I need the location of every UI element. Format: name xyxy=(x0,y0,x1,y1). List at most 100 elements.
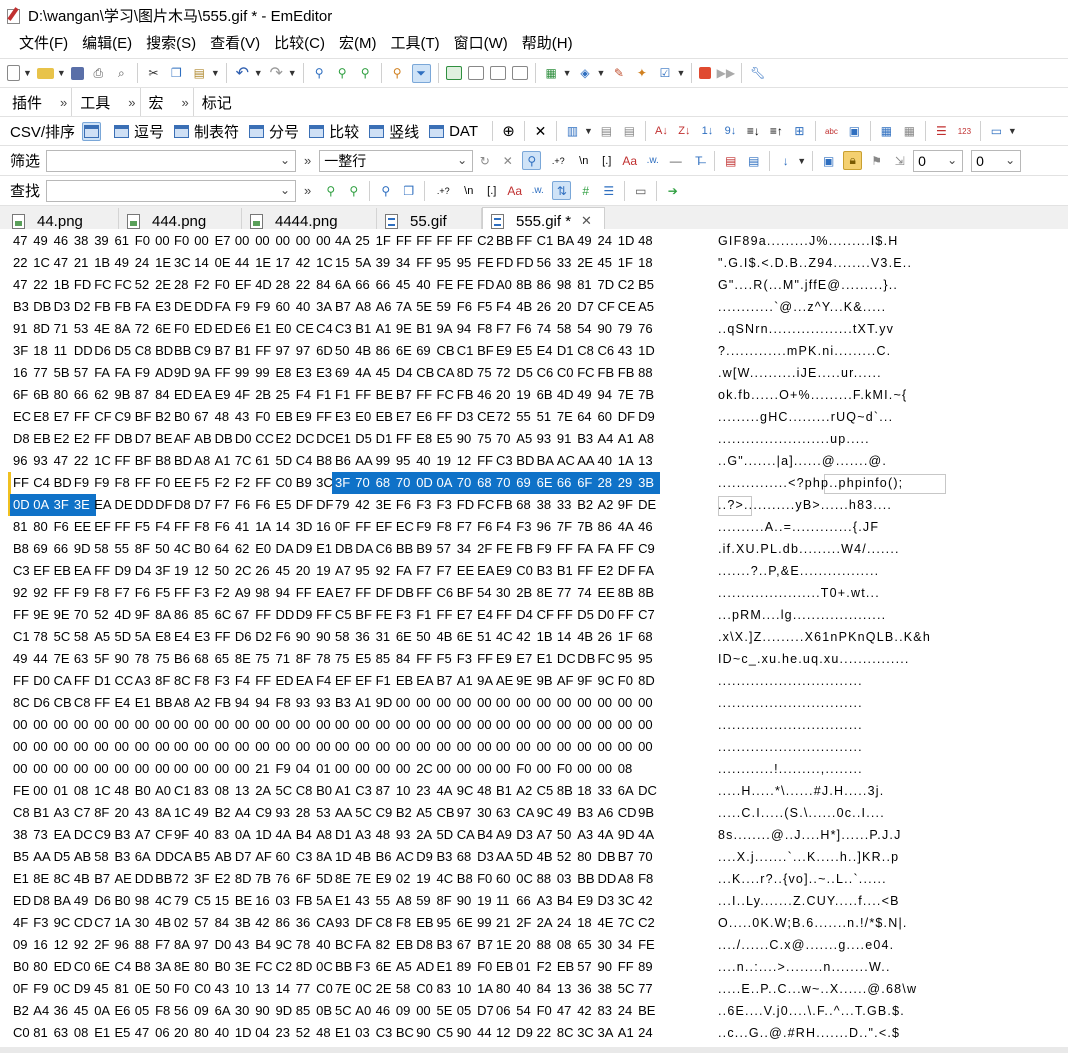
hex-byte[interactable]: 17 xyxy=(276,252,298,274)
hex-byte[interactable]: 42 xyxy=(577,1000,599,1022)
hex-byte[interactable]: 46 xyxy=(638,516,660,538)
hex-byte[interactable]: AE xyxy=(115,868,137,890)
hex-byte[interactable]: DD xyxy=(598,868,620,890)
hex-byte[interactable]: 80 xyxy=(496,978,518,1000)
hex-byte[interactable]: 6E xyxy=(457,626,479,648)
hex-byte[interactable]: 0C xyxy=(355,978,377,1000)
hex-byte[interactable]: 7E xyxy=(557,406,579,428)
hex-byte[interactable]: 33 xyxy=(598,780,620,802)
hex-byte[interactable]: FF xyxy=(416,582,438,604)
hex-byte[interactable]: B9 xyxy=(296,472,318,494)
hex-byte[interactable]: F6 xyxy=(516,318,538,340)
hex-byte[interactable]: BF xyxy=(457,582,479,604)
hex-byte[interactable]: 4E xyxy=(94,318,116,340)
hex-row[interactable]: C1 78 5C 58 A5 5D 5A E8 E4 E3 FF D6 D2 F6 90 90 58 36 31 6E… xyxy=(0,626,1050,648)
hex-byte[interactable]: E1 xyxy=(13,868,35,890)
hex-byte[interactable]: CB xyxy=(54,692,76,714)
hex-byte[interactable]: 3D xyxy=(296,516,318,538)
hex-byte[interactable]: 2A xyxy=(416,824,438,846)
hex-byte[interactable]: FF xyxy=(13,604,35,626)
hex-byte[interactable]: E1 xyxy=(94,1022,116,1044)
hex-byte[interactable]: B4 xyxy=(557,890,579,912)
hex-byte[interactable]: AC xyxy=(396,846,418,868)
hex-byte[interactable]: 36 xyxy=(355,626,377,648)
sort-az-icon[interactable]: A↓ xyxy=(653,123,670,140)
hex-byte[interactable]: 56 xyxy=(174,1000,196,1022)
hex-byte[interactable]: F5 xyxy=(437,648,459,670)
hex-byte[interactable]: 9E xyxy=(33,604,55,626)
chevron-down-icon[interactable]: ⌄ xyxy=(280,153,290,167)
hex-byte[interactable]: 45 xyxy=(94,978,116,1000)
hex-byte[interactable]: D7 xyxy=(135,428,157,450)
hex-byte[interactable]: D4 xyxy=(135,560,157,582)
hex-byte[interactable]: 00 xyxy=(598,736,620,758)
hex-byte[interactable]: 43 xyxy=(135,802,157,824)
hex-byte[interactable]: 19 xyxy=(416,868,438,890)
hex-byte[interactable]: EF xyxy=(376,516,398,538)
hex-byte[interactable]: 25 xyxy=(276,384,298,406)
hex-byte[interactable]: E3 xyxy=(296,362,318,384)
hex-byte[interactable]: 59 xyxy=(437,296,459,318)
hex-byte[interactable]: C3 xyxy=(296,846,318,868)
bullet-list-icon[interactable]: ☰ xyxy=(933,123,950,140)
hex-byte[interactable]: 75 xyxy=(335,648,357,670)
hex-byte[interactable]: 43 xyxy=(355,890,377,912)
hex-byte[interactable]: F0 xyxy=(537,1000,559,1022)
hex-byte[interactable]: 5C xyxy=(355,802,377,824)
hex-row[interactable]: D8 EB E2 E2 FF DB D7 BE AF AB DB D0 CC E2 DC DC E1 D5 D1 FF… xyxy=(0,428,1050,450)
hex-byte[interactable]: FF xyxy=(557,604,579,626)
hex-byte[interactable]: 12 xyxy=(457,450,479,472)
hex-byte[interactable]: F3 xyxy=(516,516,538,538)
hex-byte[interactable]: FE xyxy=(638,934,660,956)
hex-byte[interactable]: E6 xyxy=(235,318,257,340)
find-next-icon[interactable]: ⚲ xyxy=(322,182,339,199)
hex-byte[interactable]: FB xyxy=(516,538,538,560)
hex-byte[interactable]: F6 xyxy=(276,626,298,648)
hex-byte[interactable]: 4A xyxy=(276,824,298,846)
hex-byte[interactable]: F4 xyxy=(235,670,257,692)
hex-byte[interactable]: BE xyxy=(376,384,398,406)
hex-byte[interactable]: 05 xyxy=(135,1000,157,1022)
hex-byte[interactable]: D5 xyxy=(516,362,538,384)
hex-byte[interactable]: B7 xyxy=(437,670,459,692)
hex-byte[interactable]: F7 xyxy=(457,516,479,538)
hex-byte[interactable]: A4 xyxy=(235,802,257,824)
hex-byte[interactable]: 08 xyxy=(215,780,237,802)
hex-byte[interactable]: 00 xyxy=(115,714,137,736)
hex-byte[interactable]: FF xyxy=(115,516,137,538)
hex-byte[interactable]: 90 xyxy=(457,428,479,450)
hex-byte[interactable]: 91 xyxy=(13,318,35,340)
hex-byte[interactable]: 1D xyxy=(618,230,640,252)
hex-byte[interactable]: 1F xyxy=(618,626,640,648)
hex-byte[interactable]: E7 xyxy=(335,582,357,604)
hex-byte[interactable]: 60 xyxy=(598,406,620,428)
hex-byte[interactable]: 42 xyxy=(255,912,277,934)
hex-byte[interactable]: F1 xyxy=(416,604,438,626)
menu-view[interactable]: 查看(V) xyxy=(203,30,267,58)
hex-byte[interactable]: 4F xyxy=(235,384,257,406)
hex-byte[interactable]: 31 xyxy=(376,626,398,648)
hex-byte[interactable]: 04 xyxy=(296,758,318,780)
hex-byte[interactable]: A5 xyxy=(94,626,116,648)
hex-byte[interactable]: 50 xyxy=(215,560,237,582)
hex-byte[interactable]: 18 xyxy=(33,340,55,362)
hex-byte[interactable]: 5D xyxy=(437,824,459,846)
hex-byte[interactable]: C0 xyxy=(74,956,96,978)
hex-byte[interactable]: D9 xyxy=(115,560,137,582)
hex-byte[interactable]: 8D xyxy=(296,956,318,978)
hex-byte[interactable]: B0 xyxy=(174,406,196,428)
ascii-row[interactable]: ....n..:....>........n........W.. xyxy=(718,956,891,978)
filter-search-icon[interactable]: ⚲ xyxy=(522,151,542,170)
hex-byte[interactable]: BB xyxy=(577,868,599,890)
hex-byte[interactable]: BF xyxy=(135,450,157,472)
hex-byte[interactable]: F2 xyxy=(235,472,257,494)
hex-byte[interactable]: A3 xyxy=(355,824,377,846)
hex-byte[interactable]: B3 xyxy=(437,934,459,956)
hex-byte[interactable]: EA xyxy=(74,560,96,582)
ascii-row[interactable]: ............!.........,........ xyxy=(718,758,863,780)
hex-byte[interactable]: 8C xyxy=(13,692,35,714)
hex-byte[interactable]: 1D xyxy=(255,824,277,846)
hex-byte[interactable]: 55 xyxy=(115,538,137,560)
hex-byte[interactable]: EE xyxy=(457,560,479,582)
hex-byte[interactable]: 1A xyxy=(115,912,137,934)
